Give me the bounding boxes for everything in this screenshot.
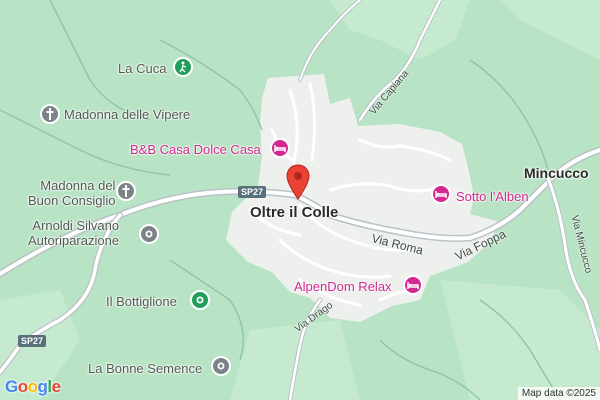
bed-icon[interactable] bbox=[431, 184, 451, 204]
place-label-madonna-delle-vipere[interactable]: Madonna delle Vipere bbox=[64, 107, 190, 122]
place-label-la-bonne-semence[interactable]: La Bonne Semence bbox=[88, 361, 202, 376]
town-label-oltre-il-colle[interactable]: Oltre il Colle bbox=[250, 204, 338, 221]
hotel-label-alpendom-relax[interactable]: AlpenDom Relax bbox=[294, 279, 392, 294]
hotel-label-sotto-lalben[interactable]: Sotto l'Alben bbox=[456, 189, 529, 204]
location-pin-icon[interactable] bbox=[286, 164, 310, 200]
place-label-il-bottiglione[interactable]: Il Bottiglione bbox=[106, 294, 177, 309]
place-label-madonna-del-buon-consiglio[interactable]: Madonna del Buon Consiglio bbox=[28, 178, 115, 208]
place-label-line: Arnoldi Silvano bbox=[32, 218, 120, 233]
bed-icon[interactable] bbox=[270, 138, 290, 158]
place-label-la-cuca[interactable]: La Cuca bbox=[118, 61, 166, 76]
road-shield-sp27: SP27 bbox=[238, 186, 267, 198]
bed-icon[interactable] bbox=[403, 275, 423, 295]
google-logo[interactable]: Google bbox=[5, 377, 61, 397]
road-shield-sp27: SP27 bbox=[18, 335, 47, 347]
hiking-icon[interactable] bbox=[173, 57, 193, 77]
map-canvas[interactable]: SP27 SP27 La Cuca Madonna delle Vipere M… bbox=[0, 0, 600, 400]
service-pin-icon[interactable] bbox=[139, 224, 159, 244]
place-label-arnoldi-silvano[interactable]: Arnoldi Silvano Autoriparazione bbox=[28, 218, 119, 248]
hotel-label-bb-casa-dolce-casa[interactable]: B&B Casa Dolce Casa bbox=[130, 142, 261, 157]
place-label-line: Buon Consiglio bbox=[28, 193, 116, 208]
church-icon[interactable] bbox=[40, 104, 60, 124]
town-label-mincucco[interactable]: Mincucco bbox=[524, 165, 589, 181]
map-attribution[interactable]: Map data ©2025 bbox=[517, 387, 600, 400]
place-label-line: Autoriparazione bbox=[28, 233, 120, 248]
park-icon[interactable] bbox=[190, 290, 210, 310]
place-label-line: Madonna del bbox=[40, 178, 116, 193]
place-icon[interactable] bbox=[211, 356, 231, 376]
church-icon[interactable] bbox=[116, 181, 136, 201]
